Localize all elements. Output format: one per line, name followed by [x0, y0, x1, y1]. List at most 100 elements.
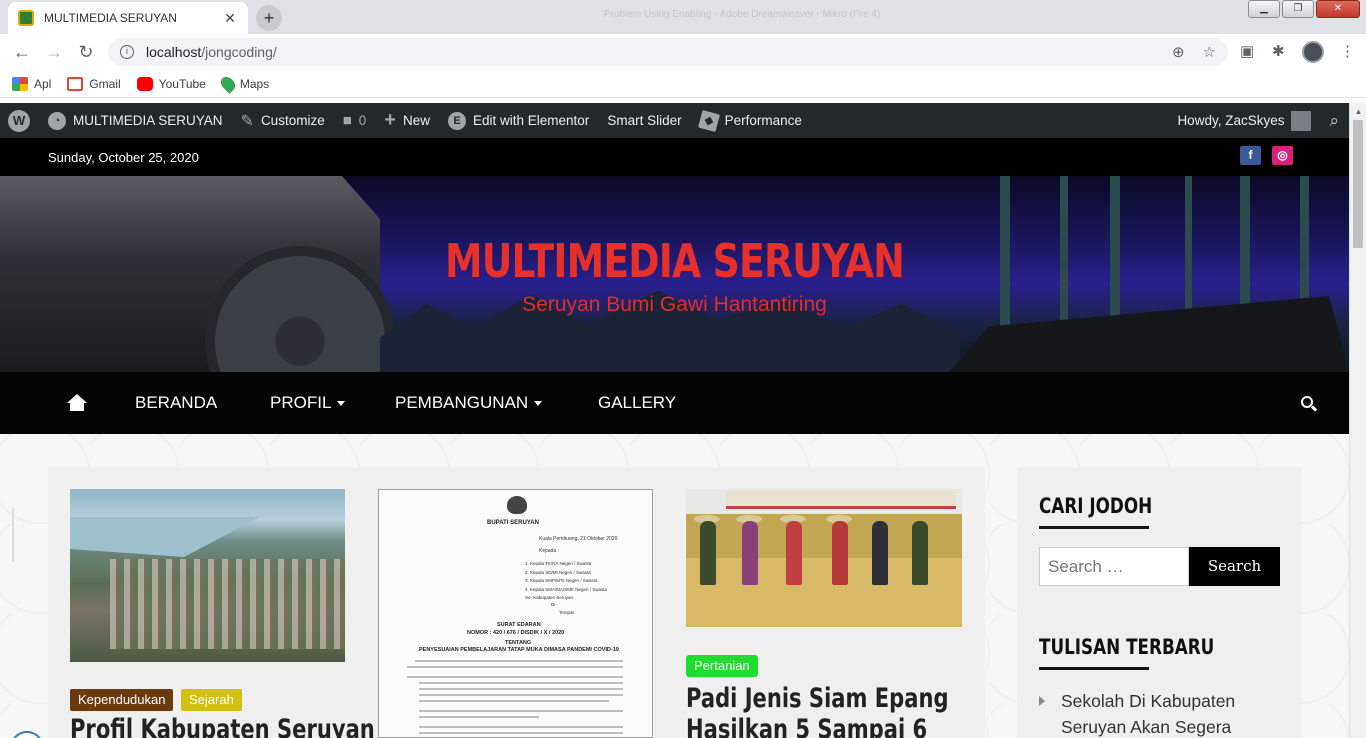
doc-recipient: Se- Kabupaten Seruyan	[525, 595, 574, 600]
comments-count: 0	[358, 113, 367, 128]
sidebar-search-input[interactable]	[1039, 547, 1189, 586]
post-title[interactable]: Padi Jenis Siam Epang	[686, 683, 949, 715]
bookmark-maps[interactable]: Maps	[217, 73, 270, 94]
thumbnail-person	[742, 521, 758, 585]
menu-pembangunan[interactable]: PEMBANGUNAN	[395, 372, 543, 434]
doc-heading: BUPATI SERUYAN	[487, 520, 539, 526]
top-info-bar: Sunday, October 25, 2020 f ◎	[0, 138, 1349, 176]
close-window-icon[interactable]: ✕	[1316, 0, 1360, 18]
bookmark-youtube[interactable]: YouTube	[136, 76, 206, 91]
post-thumbnail-document[interactable]: BUPATI SERUYAN Kuala Pembuang, 21 Oktobe…	[378, 489, 653, 738]
scroll-up-icon[interactable]: ▲	[1350, 103, 1366, 120]
doc-nomor: NOMOR : 420 / 676 / DISDIK / X / 2020	[467, 630, 565, 636]
browser-tab[interactable]: MULTIMEDIA SERUYAN ✕	[8, 2, 248, 34]
customize-label: Customize	[260, 113, 325, 128]
adminbar-account[interactable]: Howdy, ZacSkyes	[1177, 110, 1312, 131]
doc-recipient: 2. Kepala SD/MI Negeri / Swasta	[525, 569, 591, 575]
wp-logo-item[interactable]: W	[0, 109, 39, 132]
bookmark-label: Maps	[239, 76, 270, 91]
facebook-icon[interactable]: f	[1240, 146, 1261, 165]
menu-gallery[interactable]: GALLERY	[598, 372, 676, 434]
recent-post-link[interactable]: Sekolah Di Kabupaten Seruyan Akan Segera	[1061, 688, 1271, 738]
back-icon[interactable]: ←	[6, 42, 38, 63]
caret-down-icon	[534, 401, 543, 407]
bookmark-apl[interactable]: Apl	[12, 76, 52, 91]
minimize-icon[interactable]: ▁	[1248, 0, 1280, 18]
site-info-icon[interactable]: i	[120, 45, 134, 59]
scrollbar-thumb[interactable]	[1353, 120, 1363, 248]
elementor-icon: E	[448, 111, 466, 130]
adminbar-smart-slider[interactable]: Smart Slider	[598, 113, 690, 128]
forward-icon[interactable]: →	[38, 42, 70, 63]
menu-kebab-icon[interactable]: ⋮	[1340, 42, 1355, 60]
howdy-label: Howdy, ZacSkyes	[1177, 113, 1285, 128]
current-date: Sunday, October 25, 2020	[48, 150, 199, 165]
widget-title-recent: TULISAN TERBARU	[1039, 635, 1215, 659]
sidebar-search-button[interactable]: Search	[1189, 547, 1280, 586]
address-bar[interactable]: i localhost/jongcoding/ ⊕ ☆	[108, 38, 1228, 66]
tag-pertanian[interactable]: Pertanian	[686, 655, 758, 677]
doc-date: Kuala Pembuang, 21 Oktober 2020	[539, 536, 618, 542]
doc-text-line	[419, 716, 539, 718]
bookmark-gmail[interactable]: Gmail	[67, 76, 121, 91]
maps-pin-icon	[217, 73, 238, 94]
bookmark-label: YouTube	[158, 76, 206, 91]
nav-search-icon[interactable]	[1301, 396, 1318, 412]
caret-down-icon	[337, 401, 346, 407]
tag-sejarah[interactable]: Sejarah	[181, 689, 242, 711]
page-scrollbar[interactable]: ▲	[1349, 103, 1366, 738]
post-thumbnail-aerial-town[interactable]	[70, 489, 345, 662]
adminbar-performance[interactable]: ◆ Performance	[691, 109, 811, 132]
adminbar-comments[interactable]: ■ 0	[334, 112, 376, 129]
window-controls: ▁ ❐ ✕	[1248, 0, 1360, 18]
adminbar-search-icon[interactable]: ⌕	[1329, 111, 1339, 131]
menu-beranda[interactable]: BERANDA	[135, 372, 217, 434]
caret-right-icon	[1039, 696, 1045, 706]
doc-recipients: 1. Kepala TK/RA Negeri / Swasta 2. Kepal…	[525, 560, 607, 603]
adminbar-elementor[interactable]: E Edit with Elementor	[439, 111, 598, 130]
menu-label: PEMBANGUNAN	[395, 393, 529, 412]
elementor-label: Edit with Elementor	[473, 113, 590, 128]
doc-text-line	[419, 688, 623, 690]
performance-label: Performance	[724, 113, 802, 128]
doc-text-line	[419, 682, 623, 684]
post-title-line2[interactable]: Hasilkan 5 Sampai 6	[686, 714, 927, 738]
site-name-label: MULTIMEDIA SERUYAN	[73, 113, 223, 128]
doc-text-line	[419, 694, 623, 696]
comment-bubble-icon: ■	[342, 112, 352, 129]
site-title[interactable]: MULTIMEDIA SERUYAN	[121, 234, 1227, 288]
reload-icon[interactable]: ↻	[70, 42, 102, 63]
instagram-icon[interactable]: ◎	[1272, 146, 1293, 165]
thumbnail-person	[700, 521, 716, 585]
new-label: New	[402, 113, 430, 128]
post-title[interactable]: Profil Kabupaten Seruyan	[70, 714, 375, 738]
thumbnail-town	[110, 559, 345, 649]
doc-tentang: TENTANG	[505, 640, 532, 646]
adminbar-customize[interactable]: ✎ Customize	[232, 111, 334, 131]
close-tab-icon[interactable]: ✕	[222, 10, 238, 27]
paintbrush-icon: ✎	[240, 112, 254, 130]
tag-kependudukan[interactable]: Kependudukan	[70, 689, 174, 711]
maximize-icon[interactable]: ❐	[1282, 0, 1314, 18]
profile-avatar[interactable]	[1302, 41, 1324, 63]
adminbar-new[interactable]: + New	[375, 109, 439, 132]
doc-kepada: Kepada :	[539, 548, 560, 554]
url-path: /jongcoding/	[201, 44, 277, 60]
menu-label: GALLERY	[598, 393, 677, 412]
doc-perihal: PENYESUAIAN PEMBELAJARAN TATAP MUKA DIMA…	[419, 647, 619, 653]
new-tab-button[interactable]: +	[256, 5, 282, 31]
home-icon[interactable]	[67, 394, 87, 412]
menu-label: BERANDA	[135, 393, 218, 412]
menu-profil[interactable]: PROFIL	[270, 372, 346, 434]
doc-recipient: 3. Kepala SMP/MTs Negeri / Swasta	[525, 578, 598, 583]
bookmark-star-icon[interactable]: ☆	[1203, 43, 1216, 61]
browser-toolbar: ← → ↻ i localhost/jongcoding/ ⊕ ☆ ▣ ✱ ⋮	[0, 34, 1366, 70]
post-thumbnail-rice-harvest[interactable]	[686, 489, 962, 627]
zoom-icon[interactable]: ⊕	[1172, 43, 1185, 61]
doc-recipient: 4. Kepala SMA/MA/SMK Negeri / Swasta	[525, 586, 608, 592]
bookmark-label: Apl	[34, 76, 52, 91]
extension-icon[interactable]: ▣	[1240, 42, 1254, 60]
adminbar-site-name[interactable]: ◔ MULTIMEDIA SERUYAN	[39, 111, 232, 130]
menu-label: PROFIL	[270, 393, 332, 412]
puzzle-extensions-icon[interactable]: ✱	[1272, 42, 1285, 60]
